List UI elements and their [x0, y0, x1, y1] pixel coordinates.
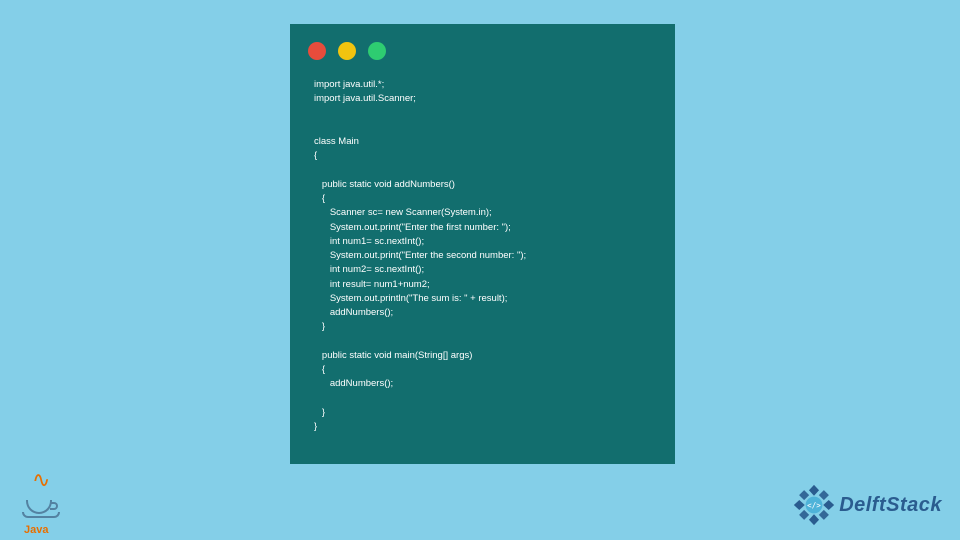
close-icon [308, 42, 326, 60]
svg-text:</>: </> [807, 501, 821, 510]
delftstack-logo: </> DelftStack [793, 484, 942, 526]
java-logo: ∿ Java [20, 472, 68, 532]
minimize-icon [338, 42, 356, 60]
delftstack-icon: </> [793, 484, 835, 526]
window-controls [308, 42, 657, 60]
code-window: import java.util.*; import java.util.Sca… [290, 24, 675, 464]
code-block: import java.util.*; import java.util.Sca… [308, 78, 657, 434]
java-label: Java [24, 524, 48, 536]
delftstack-label: DelftStack [839, 494, 942, 517]
maximize-icon [368, 42, 386, 60]
java-cup-icon: ∿ Java [20, 472, 68, 532]
